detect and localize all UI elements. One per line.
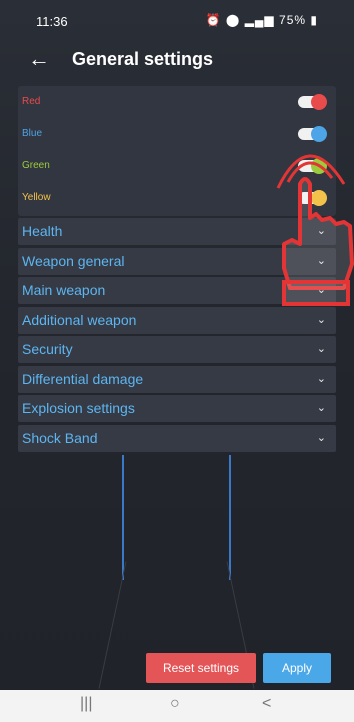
settings-section[interactable]: Security ⌄ <box>18 336 336 363</box>
color-toggle-label: Green <box>22 160 50 171</box>
settings-section[interactable]: Shock Band ⌄ <box>18 424 336 452</box>
status-indicators: ⏰ ⬤ ▂▄▆ 75% ▮ <box>206 13 318 27</box>
section-label: Weapon general <box>22 252 125 269</box>
status-bar: 11:36 ⏰ ⬤ ▂▄▆ 75% ▮ <box>0 0 354 34</box>
back-arrow-icon[interactable]: ← <box>28 46 50 72</box>
location-icon: ⬤ <box>225 13 241 27</box>
color-toggle-switch[interactable] <box>298 126 327 142</box>
toggle-knob <box>311 126 327 142</box>
settings-screen: 11:36 ⏰ ⬤ ▂▄▆ 75% ▮ ← General settings R… <box>0 0 354 722</box>
section-label: Main weapon <box>22 282 106 298</box>
nav-back-icon[interactable]: < <box>262 695 271 713</box>
battery-icon: ▮ <box>310 13 318 27</box>
home-icon[interactable]: ○ <box>170 695 180 713</box>
section-label: Explosion settings <box>22 400 135 416</box>
section-label: Health <box>22 223 63 239</box>
track-stripe-right <box>229 455 231 580</box>
section-label: Additional weapon <box>22 311 137 328</box>
color-toggle-label: Yellow <box>22 192 51 203</box>
color-toggle-label: Red <box>22 96 41 107</box>
chevron-down-icon: ⌄ <box>316 402 326 414</box>
chevron-down-icon: ⌄ <box>316 431 326 444</box>
page-title: General settings <box>72 49 214 69</box>
chevron-down-icon: ⌄ <box>316 372 326 385</box>
settings-section[interactable]: Differential damage ⌄ <box>18 365 336 393</box>
alarm-icon: ⏰ <box>205 13 222 27</box>
battery-level: 75% <box>279 13 307 27</box>
section-label: Differential damage <box>22 370 144 387</box>
color-toggle-label: Blue <box>22 128 43 139</box>
color-toggle-row: Red <box>18 86 336 118</box>
track-line-left <box>98 561 127 689</box>
apply-button[interactable]: Apply <box>263 653 331 683</box>
status-time: 11:36 <box>36 14 68 29</box>
track-stripe-left <box>122 455 124 580</box>
hand-pointer-icon <box>276 154 354 306</box>
signal-icon: ▂▄▆ <box>244 13 275 27</box>
color-toggle-row: Blue <box>18 118 336 150</box>
toggle-knob <box>311 94 327 110</box>
settings-section[interactable]: Explosion settings ⌄ <box>18 395 336 422</box>
color-toggle-switch[interactable] <box>298 94 327 110</box>
section-label: Security <box>22 341 73 357</box>
reset-settings-button[interactable]: Reset settings <box>146 653 256 683</box>
recent-apps-icon[interactable]: ||| <box>80 695 92 713</box>
section-label: Shock Band <box>22 429 98 446</box>
system-nav-bar: ||| ○ < <box>0 690 354 722</box>
chevron-down-icon: ⌄ <box>316 343 326 355</box>
app-bar: ← General settings <box>0 34 354 86</box>
